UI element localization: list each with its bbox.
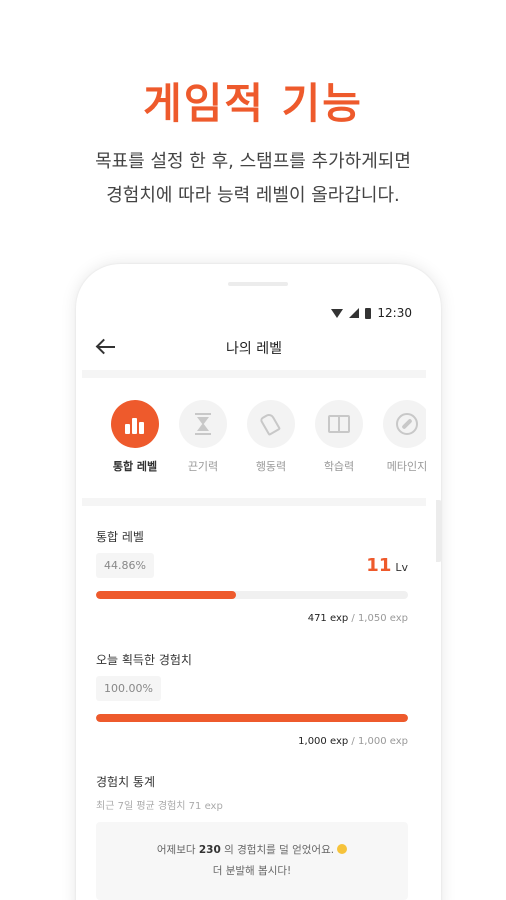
progress-fill — [96, 714, 408, 722]
today-exp-values: 1,000 exp / 1,000 exp — [298, 736, 408, 747]
stats-subtitle: 최근 7일 평균 경험치 71 exp — [96, 801, 223, 812]
app-bar: 나의 레벨 — [82, 326, 426, 370]
wifi-icon — [331, 308, 344, 318]
stats-message-box: 어제보다 230 의 경험치를 덜 얻었어요. 더 분발해 봅시다! — [96, 822, 408, 900]
total-level-title: 통합 레벨 — [96, 530, 144, 544]
total-level-percent: 44.86% — [96, 553, 154, 578]
promo-headline: 게임적 기능 — [143, 79, 363, 128]
status-time: 12:30 — [377, 306, 412, 320]
progress-fill — [96, 591, 236, 599]
app-screen: 12:30 나의 레벨 통합 레벨 끈기력 행동력 학습력 메타인지 통합 레벨… — [82, 300, 426, 900]
tab-learning[interactable]: 학습력 — [308, 400, 370, 474]
status-bar: 12:30 — [331, 304, 412, 322]
phone-speaker — [228, 282, 288, 286]
stats-title: 경험치 통계 — [96, 775, 156, 789]
tab-action[interactable]: 행동력 — [240, 400, 302, 474]
divider — [82, 498, 426, 506]
promo-subtitle-line2: 경험치에 따라 능력 레벨이 올라갑니다. — [106, 185, 400, 206]
promo-subtitle-line1: 목표를 설정 한 후, 스탬프를 추가하게되면 — [95, 151, 411, 172]
total-level-progress — [96, 591, 408, 599]
sweat-smile-emoji-icon — [337, 844, 348, 854]
compass-icon — [396, 413, 418, 435]
today-exp-title: 오늘 획득한 경험치 — [96, 653, 192, 667]
today-exp-progress — [96, 714, 408, 722]
signal-icon — [349, 308, 360, 318]
tab-metacognition[interactable]: 메타인지 — [376, 400, 426, 474]
stats-message: 어제보다 230 의 경험치를 덜 얻었어요. — [96, 842, 408, 857]
battery-icon — [365, 307, 372, 319]
category-tabs: 통합 레벨 끈기력 행동력 학습력 메타인지 — [104, 400, 426, 480]
tab-persistence[interactable]: 끈기력 — [172, 400, 234, 474]
shoe-icon — [259, 414, 283, 434]
tab-label: 통합 레벨 — [112, 460, 158, 473]
tab-total-level[interactable]: 통합 레벨 — [104, 400, 166, 474]
tab-label: 끈기력 — [187, 460, 219, 473]
today-exp-percent: 100.00% — [96, 676, 161, 701]
hourglass-icon — [195, 413, 211, 435]
divider — [82, 370, 426, 378]
tab-label: 행동력 — [255, 460, 287, 473]
tab-label: 학습력 — [323, 460, 355, 473]
bar-chart-icon — [125, 414, 145, 434]
page-title: 나의 레벨 — [226, 341, 282, 357]
total-level-exp: 471 exp / 1,050 exp — [307, 613, 408, 624]
stats-encouragement: 더 분발해 봅시다! — [212, 865, 292, 877]
level-value: 11 Lv — [366, 555, 408, 576]
tab-label: 메타인지 — [386, 460, 426, 473]
book-icon — [328, 415, 350, 433]
phone-side-button — [436, 500, 442, 562]
